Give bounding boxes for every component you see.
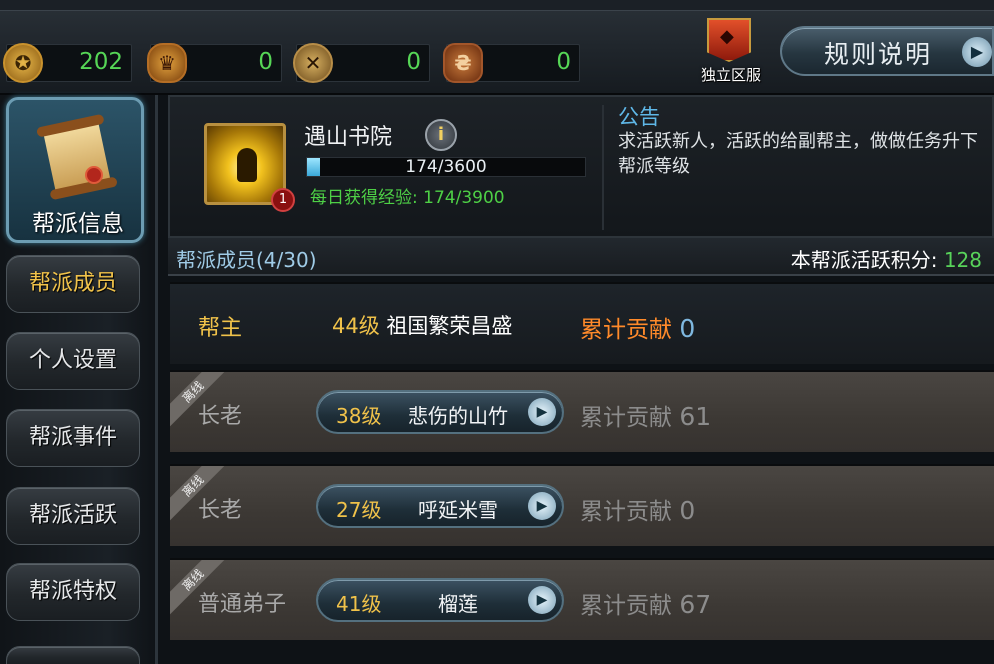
- resource-coin: ✪ 202: [3, 43, 132, 83]
- coin-icon: ✪: [3, 43, 43, 83]
- member-name: 呼延米雪: [418, 498, 498, 522]
- member-contribution: 累计贡献 67: [580, 586, 711, 620]
- arrow-right-icon: ▶: [528, 492, 556, 520]
- members-header: 帮派成员(4/30) 本帮派活跃积分: 128: [168, 238, 994, 276]
- arrow-right-icon: ▶: [962, 37, 992, 67]
- nav-guild-activity[interactable]: 帮派活跃: [6, 487, 140, 545]
- guild-level-badge: 1: [271, 188, 295, 212]
- resource-helmet: ♛ 0: [147, 43, 282, 83]
- resource-coin-value: 202: [79, 49, 123, 75]
- left-navigation: 帮派信息 帮派成员 个人设置 帮派事件 帮派活跃 帮派特权: [0, 95, 158, 664]
- member-contribution: 累计贡献 0: [580, 492, 695, 526]
- nav-more-button[interactable]: [6, 646, 140, 664]
- server-flag-icon: [707, 18, 751, 62]
- notice-title: 公告: [618, 105, 660, 129]
- rules-button-label: 规则说明: [824, 40, 933, 69]
- arrow-right-icon: ▶: [528, 586, 556, 614]
- rules-button[interactable]: 规则说明 ▶: [780, 26, 994, 76]
- nav-guild-privileges[interactable]: 帮派特权: [6, 563, 140, 621]
- nav-personal-settings-label: 个人设置: [28, 348, 117, 373]
- guild-emblem-icon: 1: [204, 123, 295, 212]
- info-icon[interactable]: i: [425, 119, 457, 151]
- member-count: 帮派成员(4/30): [176, 248, 317, 272]
- leader-nickname: 祖国繁荣昌盛: [386, 314, 513, 338]
- member-level: 38级: [336, 404, 382, 428]
- badge-icon: ₴: [443, 43, 483, 83]
- nav-guild-info-label: 帮派信息: [32, 211, 124, 237]
- guild-activity-score: 本帮派活跃积分: 128: [791, 244, 982, 273]
- member-row: 离线 长老 27级 呼延米雪 ▶ 累计贡献 0: [170, 464, 994, 546]
- resource-swords-value: 0: [406, 49, 421, 75]
- member-name: 榴莲: [438, 592, 478, 616]
- notice-text: 求活跃新人，活跃的给副帮主，做做任务升下帮派等级: [618, 131, 978, 177]
- contribution-label: 累计贡献: [580, 317, 672, 343]
- member-profile-button[interactable]: 41级 榴莲 ▶: [316, 578, 564, 622]
- contribution-value: 0: [679, 496, 696, 525]
- crossed-swords-icon: ✕: [293, 43, 333, 83]
- contribution-label: 累计贡献: [580, 593, 672, 619]
- guild-name: 遇山书院: [304, 125, 393, 150]
- contribution-value: 67: [679, 590, 712, 619]
- member-role: 普通弟子: [198, 592, 287, 617]
- nav-guild-events[interactable]: 帮派事件: [6, 409, 140, 467]
- nav-guild-members[interactable]: 帮派成员: [6, 255, 140, 313]
- guild-info-panel: 1 遇山书院 i 174/3600 每日获得经验: 174/3900 公告 求活…: [168, 95, 994, 238]
- member-row: 离线 普通弟子 41级 榴莲 ▶ 累计贡献 67: [170, 558, 994, 640]
- daily-exp: 每日获得经验: 174/3900: [310, 183, 505, 208]
- arrow-right-icon: ▶: [528, 398, 556, 426]
- member-name: 悲伤的山竹: [408, 404, 508, 428]
- panel-divider: [602, 105, 604, 230]
- resource-badge: ₴ 0: [443, 43, 580, 83]
- guild-exp-bar: 174/3600: [306, 157, 586, 177]
- nav-guild-info[interactable]: 帮派信息: [6, 97, 144, 243]
- member-contribution: 累计贡献 61: [580, 398, 711, 432]
- nav-personal-settings[interactable]: 个人设置: [6, 332, 140, 390]
- nav-guild-events-label: 帮派事件: [28, 425, 117, 450]
- nav-guild-members-label: 帮派成员: [28, 271, 117, 296]
- contribution-label: 累计贡献: [580, 499, 672, 525]
- daily-exp-label: 每日获得经验:: [310, 188, 418, 208]
- top-bar: ✪ 202 ♛ 0 ✕ 0 ₴ 0 独立区服 规则说明 ▶: [0, 0, 994, 95]
- resource-helmet-value: 0: [258, 49, 273, 75]
- leader-level: 44级: [332, 314, 380, 338]
- leader-name: 44级 祖国繁荣昌盛: [332, 310, 512, 340]
- nav-guild-privileges-label: 帮派特权: [28, 579, 117, 604]
- contribution-value: 61: [679, 402, 712, 431]
- member-profile-button[interactable]: 38级 悲伤的山竹 ▶: [316, 390, 564, 434]
- leader-row: 帮主 44级 祖国繁荣昌盛 累计贡献 0: [170, 282, 994, 364]
- scroll-icon: [37, 118, 117, 198]
- leader-contribution: 累计贡献 0: [580, 310, 695, 344]
- member-profile-button[interactable]: 27级 呼延米雪 ▶: [316, 484, 564, 528]
- resource-badge-value: 0: [556, 49, 571, 75]
- contribution-value: 0: [679, 314, 696, 343]
- member-role: 长老: [198, 404, 243, 429]
- contribution-label: 累计贡献: [580, 405, 672, 431]
- member-role: 帮主: [198, 316, 243, 341]
- nav-guild-activity-label: 帮派活跃: [28, 503, 117, 528]
- member-level: 27级: [336, 498, 382, 522]
- member-role: 长老: [198, 498, 243, 523]
- activity-score-label: 本帮派活跃积分:: [790, 248, 938, 272]
- activity-score-value: 128: [943, 248, 982, 272]
- helmet-icon: ♛: [147, 43, 187, 83]
- guild-exp-text: 174/3600: [405, 157, 487, 177]
- resource-swords: ✕ 0: [293, 43, 430, 83]
- independent-server-label: 独立区服: [700, 66, 761, 84]
- member-row: 离线 长老 38级 悲伤的山竹 ▶ 累计贡献 61: [170, 370, 994, 452]
- member-level: 41级: [336, 592, 382, 616]
- independent-server-button[interactable]: 独立区服: [692, 16, 770, 88]
- daily-exp-value: 174/3900: [423, 188, 505, 208]
